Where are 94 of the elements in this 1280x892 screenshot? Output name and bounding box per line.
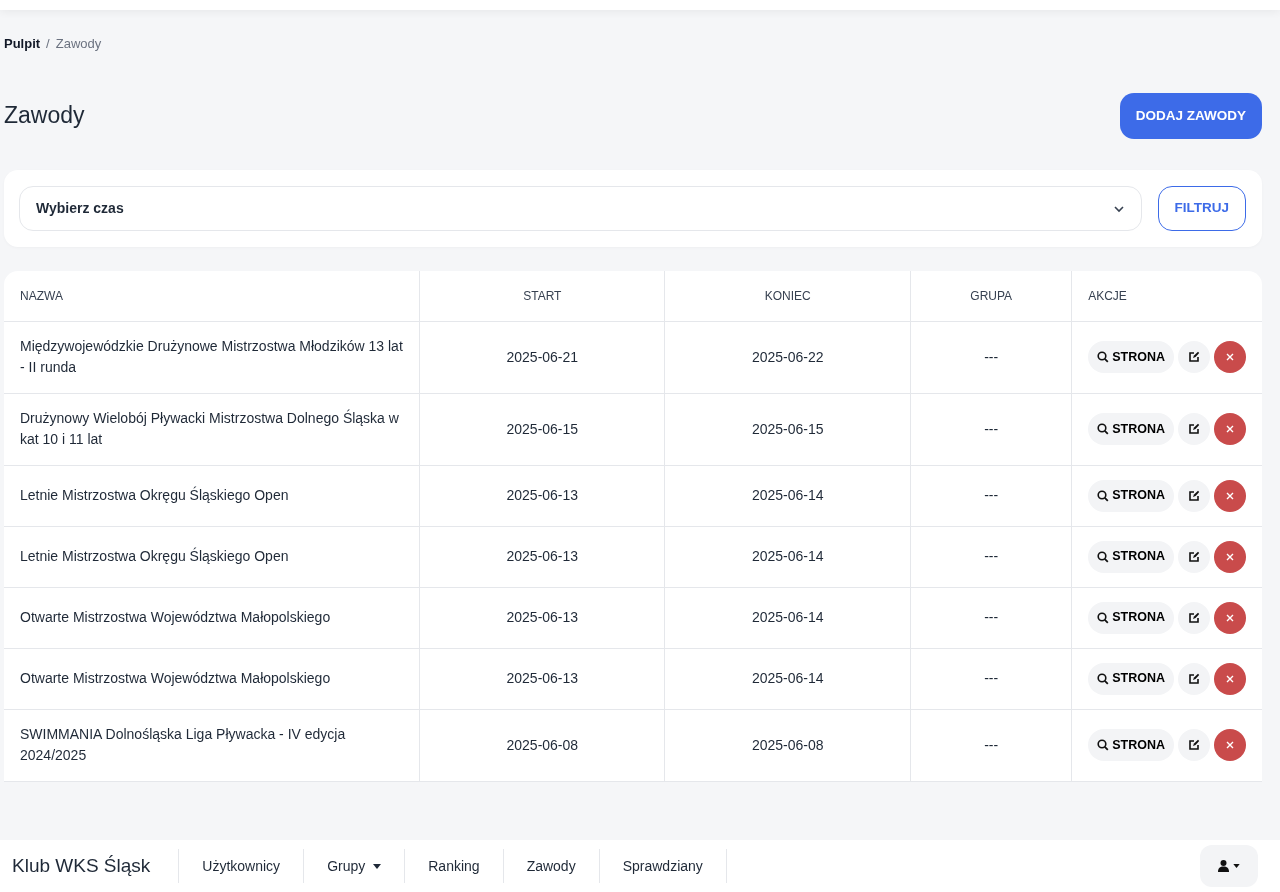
search-icon bbox=[1097, 423, 1110, 435]
page-button[interactable]: STRONA bbox=[1088, 729, 1174, 761]
page-button[interactable]: STRONA bbox=[1088, 601, 1174, 634]
column-header: NAZWA bbox=[4, 271, 420, 321]
edit-icon bbox=[1187, 739, 1200, 751]
column-header: KONIEC bbox=[664, 271, 911, 321]
competition-name: SWIMMANIA Dolnośląska Liga Pływacka - IV edycja 2024/2025 bbox=[4, 709, 420, 781]
brand-name[interactable]: Klub WKS Śląsk bbox=[12, 851, 151, 881]
page-button[interactable]: STRONA bbox=[1088, 341, 1174, 373]
competition-name: Letnie Mistrzostwa Okręgu Śląskiego Open bbox=[4, 526, 420, 587]
breadcrumb-link[interactable]: Pulpit bbox=[4, 36, 41, 51]
edit-button[interactable] bbox=[1177, 729, 1210, 761]
group-value: --- bbox=[910, 393, 1072, 465]
chevron-icon bbox=[1112, 204, 1125, 213]
group-value: --- bbox=[910, 587, 1072, 648]
edit-button[interactable] bbox=[1177, 662, 1210, 695]
end-date: 2025-06-15 bbox=[664, 393, 911, 465]
delete-button[interactable] bbox=[1213, 540, 1246, 573]
page-title: Zawody bbox=[4, 102, 85, 130]
close-icon bbox=[1225, 491, 1234, 500]
delete-button[interactable] bbox=[1213, 601, 1246, 634]
edit-icon bbox=[1187, 351, 1200, 363]
start-date: 2025-06-08 bbox=[419, 709, 665, 781]
competition-name: Otwarte Mistrzostwa Województwa Małopolskiego bbox=[4, 648, 420, 709]
breadcrumb-current: Zawody bbox=[55, 36, 102, 51]
close-icon bbox=[1225, 613, 1234, 622]
end-date: 2025-06-14 bbox=[664, 465, 911, 526]
start-date: 2025-06-13 bbox=[419, 587, 665, 648]
column-header: START bbox=[419, 271, 665, 321]
end-date: 2025-06-08 bbox=[664, 709, 911, 781]
end-date: 2025-06-14 bbox=[664, 526, 911, 587]
delete-button[interactable] bbox=[1213, 479, 1246, 512]
start-date: 2025-06-13 bbox=[419, 465, 665, 526]
group-value: --- bbox=[910, 709, 1072, 781]
add-button[interactable]: DODAJ ZAWODY bbox=[1119, 92, 1262, 140]
edit-icon bbox=[1187, 550, 1200, 563]
search-icon bbox=[1097, 672, 1110, 685]
competition-name: Otwarte Mistrzostwa Województwa Małopolskiego bbox=[4, 587, 420, 648]
search-icon bbox=[1097, 550, 1110, 563]
user-menu-button[interactable] bbox=[1200, 845, 1258, 887]
close-icon bbox=[1225, 425, 1234, 433]
search-icon bbox=[1097, 351, 1110, 363]
nav-link[interactable]: Grupy bbox=[304, 849, 406, 883]
edit-icon bbox=[1187, 672, 1200, 685]
delete-button[interactable] bbox=[1213, 662, 1246, 695]
start-date: 2025-06-13 bbox=[419, 526, 665, 587]
start-date: 2025-06-13 bbox=[419, 648, 665, 709]
search-icon bbox=[1097, 739, 1110, 751]
competition-name: Międzywojewódzkie Drużynowe Mistrzostwa Młodzików 13 lat - II runda bbox=[4, 321, 420, 393]
time-select[interactable]: Wybierz czas bbox=[19, 186, 1142, 231]
group-value: --- bbox=[910, 321, 1072, 393]
group-value: --- bbox=[910, 648, 1072, 709]
caret-icon bbox=[373, 863, 382, 869]
delete-button[interactable] bbox=[1213, 413, 1246, 445]
edit-icon bbox=[1187, 611, 1200, 624]
end-date: 2025-06-14 bbox=[664, 587, 911, 648]
close-icon bbox=[1225, 674, 1234, 683]
group-value: --- bbox=[910, 465, 1072, 526]
page-button[interactable]: STRONA bbox=[1088, 662, 1174, 695]
start-date: 2025-06-21 bbox=[419, 321, 665, 393]
edit-button[interactable] bbox=[1177, 479, 1210, 512]
breadcrumb-separator: / bbox=[46, 36, 50, 51]
edit-button[interactable] bbox=[1177, 601, 1210, 634]
edit-icon bbox=[1187, 423, 1200, 435]
nav-link[interactable]: Ranking bbox=[405, 849, 504, 883]
start-date: 2025-06-15 bbox=[419, 393, 665, 465]
close-icon bbox=[1225, 552, 1234, 561]
user-icon bbox=[1218, 860, 1229, 872]
competition-name: Letnie Mistrzostwa Okręgu Śląskiego Open bbox=[4, 465, 420, 526]
competition-name: Drużynowy Wielobój Pływacki Mistrzostwa Dolnego Śląska w kat 10 i 11 lat bbox=[4, 393, 420, 465]
edit-icon bbox=[1187, 489, 1200, 502]
search-icon bbox=[1097, 611, 1110, 624]
group-value: --- bbox=[910, 526, 1072, 587]
close-icon bbox=[1225, 741, 1234, 749]
edit-button[interactable] bbox=[1177, 413, 1210, 445]
column-header: GRUPA bbox=[910, 271, 1072, 321]
nav-link[interactable]: Użytkownicy bbox=[178, 849, 305, 883]
nav-link[interactable]: Zawody bbox=[503, 849, 600, 883]
caret-icon bbox=[1233, 864, 1240, 868]
edit-button[interactable] bbox=[1177, 540, 1210, 573]
column-header: AKCJE bbox=[1071, 271, 1262, 321]
filter-button[interactable]: FILTRUJ bbox=[1157, 186, 1246, 231]
nav-link[interactable]: Sprawdziany bbox=[599, 849, 727, 883]
delete-button[interactable] bbox=[1213, 729, 1246, 761]
search-icon bbox=[1097, 489, 1110, 502]
delete-button[interactable] bbox=[1213, 341, 1246, 373]
page-button[interactable]: STRONA bbox=[1088, 540, 1174, 573]
end-date: 2025-06-14 bbox=[664, 648, 911, 709]
edit-button[interactable] bbox=[1177, 341, 1210, 373]
page-button[interactable]: STRONA bbox=[1088, 413, 1174, 445]
page-button[interactable]: STRONA bbox=[1088, 479, 1174, 512]
close-icon bbox=[1225, 353, 1234, 361]
end-date: 2025-06-22 bbox=[664, 321, 911, 393]
select-value: Wybierz czas bbox=[36, 199, 124, 218]
